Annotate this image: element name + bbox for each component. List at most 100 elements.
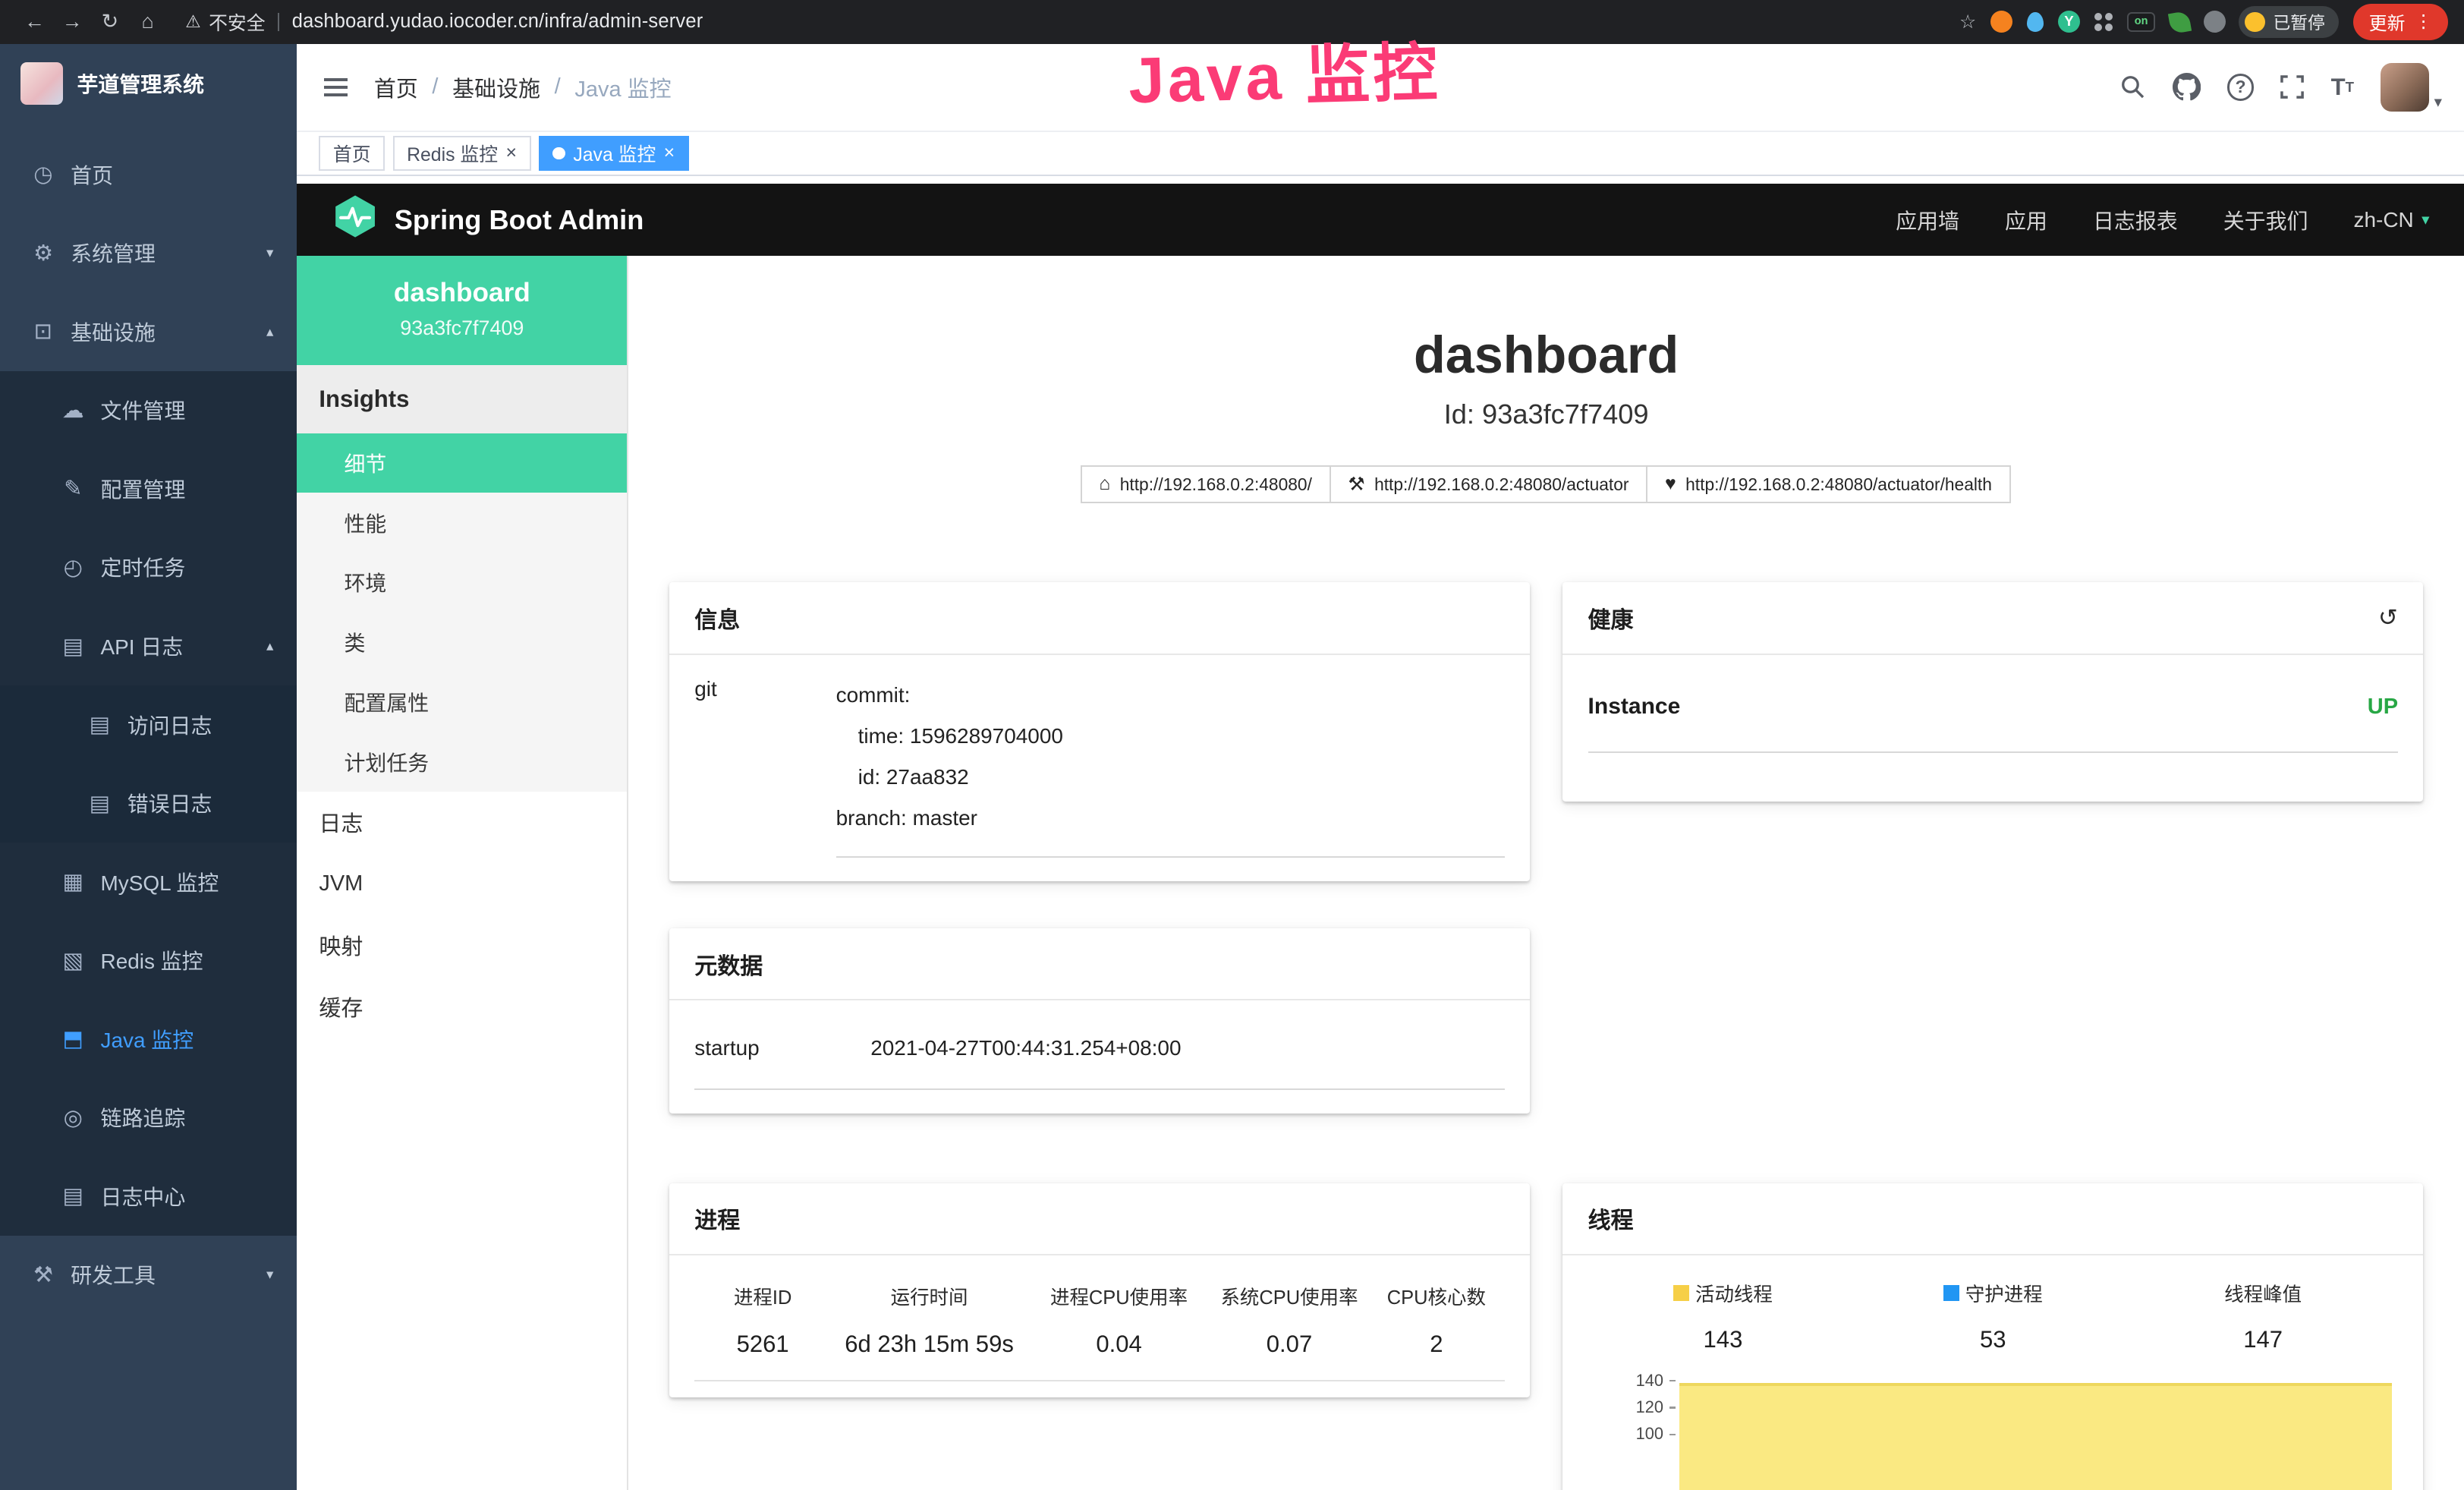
health-card-title: 健康: [1588, 601, 1634, 635]
extensions-area: ☆ Y on: [1959, 11, 2226, 33]
cpu-cores-stat: CPU核心数2: [1374, 1282, 1498, 1358]
sba-item-mappings[interactable]: 映射: [297, 914, 627, 975]
sidebar-item-tracing[interactable]: ◎链路追踪: [0, 1078, 297, 1157]
back-icon[interactable]: ←: [16, 10, 54, 33]
process-id-stat: 进程ID5261: [701, 1282, 825, 1358]
sidebar-item-redis[interactable]: ▧Redis 监控: [0, 921, 297, 1000]
sba-nav-about[interactable]: 关于我们: [2223, 205, 2308, 235]
reload-icon[interactable]: ↻: [91, 10, 129, 33]
sba-nav-wallboard[interactable]: 应用墙: [1896, 205, 1959, 235]
sidebar-item-error-log[interactable]: ▤错误日志: [0, 764, 297, 843]
sba-item-details[interactable]: 细节: [297, 433, 627, 493]
tab-redis-monitor[interactable]: Redis 监控×: [393, 136, 531, 171]
sba-nav-applications[interactable]: 应用: [2005, 205, 2047, 235]
tabs-bar: 首页 Redis 监控× Java 监控×: [297, 132, 2464, 176]
threads-card-title: 线程: [1562, 1183, 2423, 1256]
site-security[interactable]: ⚠ 不安全: [185, 8, 265, 36]
status-badge: UP: [2368, 695, 2398, 720]
sidebar-item-files[interactable]: ☁文件管理: [0, 371, 297, 450]
sba-item-jvm[interactable]: JVM: [297, 853, 627, 915]
search-icon[interactable]: [2120, 74, 2145, 99]
breadcrumb-home[interactable]: 首页: [374, 71, 418, 103]
chevron-up-icon: ▴: [266, 638, 273, 654]
document-icon: ▤: [87, 711, 113, 738]
smiley-icon: [2245, 12, 2265, 33]
sba-logo-icon[interactable]: [332, 193, 379, 247]
sidebar-item-infra[interactable]: ⊡基础设施▴: [0, 292, 297, 371]
hamburger-icon[interactable]: [324, 78, 348, 97]
breadcrumb-section[interactable]: 基础设施: [452, 71, 540, 103]
sba-item-environment[interactable]: 环境: [297, 553, 627, 613]
bookmark-star-icon[interactable]: ☆: [1959, 11, 1976, 33]
extension-green-icon[interactable]: Y: [2058, 11, 2080, 33]
threads-card: 线程 活动线程143 守护进程53 线程峰值147 140: [1562, 1183, 2423, 1490]
document-icon: ▤: [60, 1183, 87, 1209]
chevron-down-icon: ▾: [266, 1266, 273, 1283]
sba-item-classes[interactable]: 类: [297, 613, 627, 673]
gear-icon: ⚙: [30, 240, 56, 266]
sidebar-item-jobs[interactable]: ◴定时任务: [0, 528, 297, 607]
sidebar-item-java-monitor[interactable]: ⬒Java 监控: [0, 1000, 297, 1079]
breadcrumb-current: Java 监控: [574, 71, 671, 103]
health-url-link[interactable]: ♥http://192.168.0.2:48080/actuator/healt…: [1646, 465, 2010, 504]
health-card: 健康 ↺ Instance UP: [1562, 582, 2423, 802]
address-url[interactable]: dashboard.yudao.iocoder.cn/infra/admin-s…: [292, 11, 703, 33]
sba-item-config-props[interactable]: 配置属性: [297, 673, 627, 732]
avatar[interactable]: ▾: [2381, 63, 2442, 112]
sba-nav: 应用墙 应用 日志报表 关于我们 zh-CN▾: [1896, 205, 2429, 235]
sba-instance-header[interactable]: dashboard 93a3fc7f7409: [297, 256, 627, 364]
sidebar-item-access-log[interactable]: ▤访问日志: [0, 685, 297, 764]
threads-chart: 140 120 100: [1588, 1378, 2399, 1490]
font-size-icon[interactable]: TT: [2331, 74, 2354, 101]
paused-badge[interactable]: 已暂停: [2239, 6, 2339, 37]
close-icon[interactable]: ×: [664, 143, 675, 164]
extension-drop-icon[interactable]: [2027, 12, 2044, 33]
fullscreen-icon[interactable]: [2280, 75, 2304, 99]
peak-threads-stat: 线程峰值147: [2128, 1279, 2398, 1353]
sba-nav-journal[interactable]: 日志报表: [2093, 205, 2178, 235]
extension-lighthouse-icon[interactable]: [1990, 11, 2012, 33]
health-row[interactable]: Instance UP: [1588, 682, 2399, 753]
tab-java-monitor[interactable]: Java 监控×: [539, 136, 689, 171]
sidebar-item-devtools[interactable]: ⚒研发工具▾: [0, 1236, 297, 1315]
home-icon[interactable]: ⌂: [129, 10, 167, 33]
app-sidebar: 芋道管理系统 ◷首页 ⚙系统管理▾ ⊡基础设施▴ ☁文件管理 ✎配置管理 ◴定时…: [0, 44, 297, 1490]
metadata-card: 元数据 startup 2021-04-27T00:44:31.254+08:0…: [669, 928, 1530, 1114]
sba-item-caches[interactable]: 缓存: [297, 975, 627, 1037]
sba-title: Spring Boot Admin: [395, 204, 644, 236]
instance-id-subtitle: Id: 93a3fc7f7409: [669, 398, 2423, 430]
service-url-link[interactable]: ⌂http://192.168.0.2:48080/: [1081, 465, 1331, 504]
close-icon[interactable]: ×: [505, 143, 517, 164]
sba-item-metrics[interactable]: 性能: [297, 493, 627, 553]
process-stats: 进程ID5261 运行时间6d 23h 15m 59s 进程CPU使用率0.04…: [694, 1276, 1505, 1381]
edit-icon: ✎: [60, 475, 87, 502]
actuator-url-link[interactable]: ⚒http://192.168.0.2:48080/actuator: [1330, 465, 1648, 504]
eye-icon: ◎: [60, 1104, 87, 1131]
tab-home[interactable]: 首页: [319, 136, 385, 171]
sidebar-item-api-log[interactable]: ▤API 日志▴: [0, 606, 297, 685]
extension-leaf-icon[interactable]: [2168, 10, 2192, 33]
instance-links: ⌂http://192.168.0.2:48080/ ⚒http://192.1…: [669, 465, 2423, 504]
github-icon[interactable]: [2173, 73, 2201, 101]
sidebar-item-config[interactable]: ✎配置管理: [0, 449, 297, 528]
kebab-menu-icon[interactable]: ⋮: [2415, 11, 2433, 33]
info-card-title: 信息: [669, 582, 1530, 655]
app-logo-row[interactable]: 芋道管理系统: [0, 44, 297, 123]
monitor-icon: ⬒: [60, 1025, 87, 1052]
forward-icon[interactable]: →: [53, 10, 91, 33]
sba-item-logs[interactable]: 日志: [297, 792, 627, 853]
extension-puppeteer-icon[interactable]: [2204, 11, 2226, 33]
sba-language-select[interactable]: zh-CN▾: [2354, 208, 2430, 232]
help-icon[interactable]: ?: [2227, 74, 2254, 100]
sba-item-scheduled-tasks[interactable]: 计划任务: [297, 732, 627, 792]
legend-swatch-daemon: [1943, 1285, 1959, 1301]
sidebar-item-mysql[interactable]: ▦MySQL 监控: [0, 843, 297, 921]
sidebar-item-system[interactable]: ⚙系统管理▾: [0, 214, 297, 293]
history-icon[interactable]: ↺: [2378, 604, 2398, 632]
sidebar-item-home[interactable]: ◷首页: [0, 135, 297, 214]
caret-down-icon: ▾: [2422, 210, 2429, 229]
sidebar-item-log-center[interactable]: ▤日志中心: [0, 1157, 297, 1236]
extension-apps-icon[interactable]: [2094, 13, 2113, 32]
update-button[interactable]: 更新 ⋮: [2353, 4, 2448, 39]
extension-switch-icon[interactable]: on: [2127, 12, 2155, 33]
